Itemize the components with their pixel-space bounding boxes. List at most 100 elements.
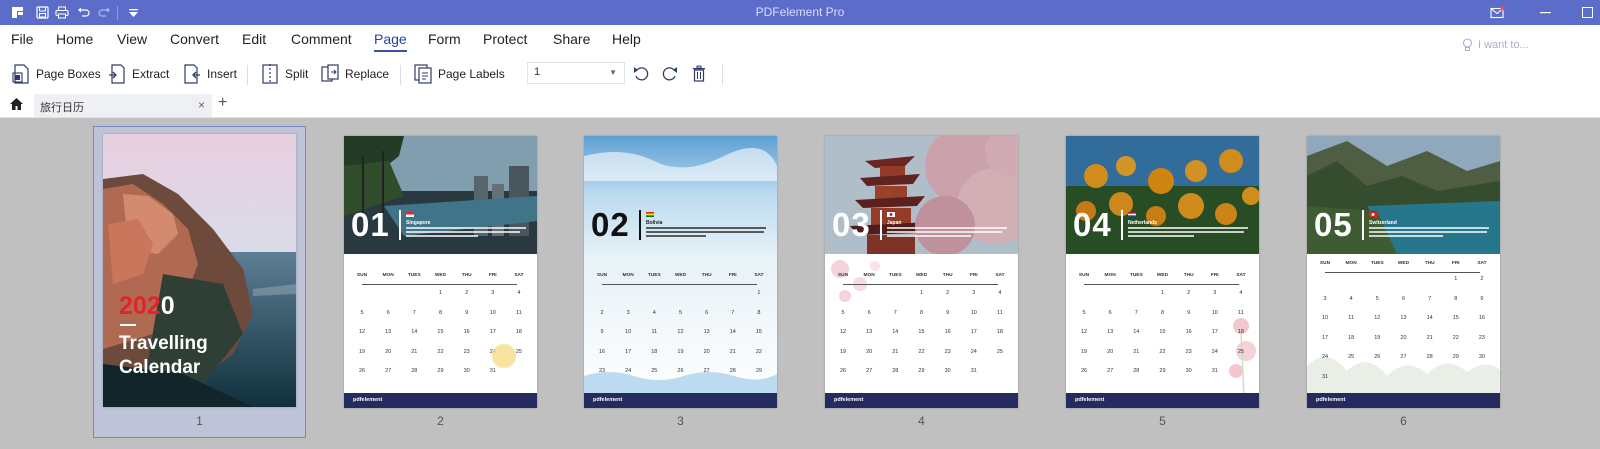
add-tab-icon[interactable]: + [218,94,227,112]
page-thumbnail-3[interactable]: 02 Bolivia SUN MON TUES WED THU FRI SAT 1 2345… [584,136,777,408]
page-thumbnail-6[interactable]: 05 Switzerland SUN MON TUES WED THU FRI SAT 12… [1307,136,1500,408]
weekday-header: SUN MON TUES WED THU FRI SAT [833,273,1010,278]
calendar-rule [1325,272,1480,273]
weekday-wed: WED [674,273,687,278]
month-number: 04 [1073,206,1112,243]
footer-brand: pdfelement [834,397,864,403]
calendar-rule [602,284,757,285]
page-number-label: 3 [677,414,684,428]
page-thumbnail-4[interactable]: 03 Japan SUN MON TUES WED THU FRI SAT 1234 567… [825,136,1018,408]
weekday-sat: SAT [754,273,764,278]
menu-help[interactable]: Help [612,31,641,47]
month-divider [880,210,882,240]
weekday-mon: MON [622,273,634,278]
replace-button[interactable]: Replace [321,64,389,84]
menu-bar: File Home View Convert Edit Comment Page… [0,25,1600,56]
extract-icon [109,64,125,84]
toolbar-separator [247,65,248,85]
month-divider [1121,210,1123,240]
page-thumbnail-cover[interactable]: 2020 Travelling Calendar [103,134,296,407]
menu-comment[interactable]: Comment [291,31,352,47]
weekday-sun: SUN [596,273,608,278]
notification-mail-icon[interactable] [1489,4,1505,21]
delete-page-icon[interactable] [692,65,706,87]
menu-edit[interactable]: Edit [242,31,266,47]
i-want-to-label: I want to... [1478,39,1529,51]
description-text [406,227,526,241]
menu-view[interactable]: View [117,31,147,47]
cover-divider [120,324,136,326]
cover-year-white: 0 [160,292,175,320]
cover-title: Travelling Calendar [119,332,208,380]
close-icon[interactable]: × [198,98,205,112]
month-number: 03 [832,206,871,243]
calendar-rule [843,284,998,285]
month-divider [639,210,641,240]
page-number-label: 2 [437,414,444,428]
rotate-left-icon[interactable] [633,65,649,87]
document-tab-bar: 旅行日历 × + [0,92,1600,118]
cover-title-line1: Travelling [119,333,208,354]
weekday-sun: SUN [1319,261,1331,266]
flag-icon [1369,212,1377,217]
weekday-sat: SAT [1477,261,1487,266]
menu-share[interactable]: Share [553,31,590,47]
sun-illustration [492,344,516,368]
country-name: Netherlands [1128,220,1157,226]
insert-button[interactable]: Insert [183,64,237,84]
page-thumbnail-5[interactable]: 04 Netherlands SUN MON TUES WED THU FRI SAT 12… [1066,136,1259,408]
page-labels-label: Page Labels [438,67,505,81]
extract-button[interactable]: Extract [108,64,169,84]
description-text [1369,227,1489,241]
menu-protect[interactable]: Protect [483,31,527,47]
month-divider [399,210,401,240]
menu-page[interactable]: Page [374,31,407,52]
document-tab-title: 旅行日历 [40,102,84,114]
weekday-mon: MON [863,273,875,278]
page-labels-button[interactable]: Page Labels [414,64,505,84]
calendar-rule [362,284,517,285]
menu-home[interactable]: Home [56,31,93,47]
weekday-wed: WED [434,273,447,278]
month-number: 01 [351,206,390,243]
split-button[interactable]: Split [261,64,308,84]
footer-brand: pdfelement [1316,397,1346,403]
replace-label: Replace [345,67,390,81]
page-thumbnail-2[interactable]: 01 Singapore SUN MON TUES WED THU FRI SAT 1234… [344,136,537,408]
calendar-grid: 12 3456789 10 11 12 13 14 15 16 17 18 19 20 21 22 23… [1321,276,1485,380]
weekday-mon: MON [1345,261,1357,266]
weekday-sat: SAT [1236,273,1246,278]
weekday-tue: TUES [407,273,421,278]
weekday-thu: THU [701,273,712,278]
country-name: Bolivia [646,220,663,226]
weekday-wed: WED [1397,261,1410,266]
document-tab[interactable]: 旅行日历 × [34,94,212,117]
menu-file[interactable]: File [11,31,34,47]
rotate-right-icon[interactable] [662,65,678,87]
calendar-rule [1084,284,1239,285]
page-boxes-button[interactable]: Page Boxes [12,64,101,84]
extract-label: Extract [132,67,170,81]
weekday-sun: SUN [356,273,368,278]
month-number: 05 [1314,206,1353,243]
page-labels-icon [414,64,432,84]
description-text [646,227,766,241]
page-boxes-label: Page Boxes [36,67,101,81]
maximize-icon[interactable] [1580,4,1594,21]
home-icon[interactable] [9,97,24,116]
calendar-grid: 1234 5 6 7 8 9 10 11 12 13 14 15 16 17 18 19 20 21 22 23… [1080,290,1244,374]
menu-form[interactable]: Form [428,31,461,47]
title-bar: PDFelement Pro [0,0,1600,25]
cover-year-red: 202 [119,292,161,320]
weekday-sat: SAT [514,273,524,278]
insert-icon [184,64,200,84]
page-number-select[interactable]: 1 ▼ [527,62,625,84]
insert-label: Insert [207,67,238,81]
page-number-label: 1 [196,414,203,428]
i-want-to-search[interactable]: I want to... [1462,38,1529,52]
menu-convert[interactable]: Convert [170,31,219,47]
page-number-label: 4 [918,414,925,428]
weekday-sun: SUN [1078,273,1090,278]
weekday-thu: THU [942,273,953,278]
minimize-icon[interactable] [1538,4,1552,21]
